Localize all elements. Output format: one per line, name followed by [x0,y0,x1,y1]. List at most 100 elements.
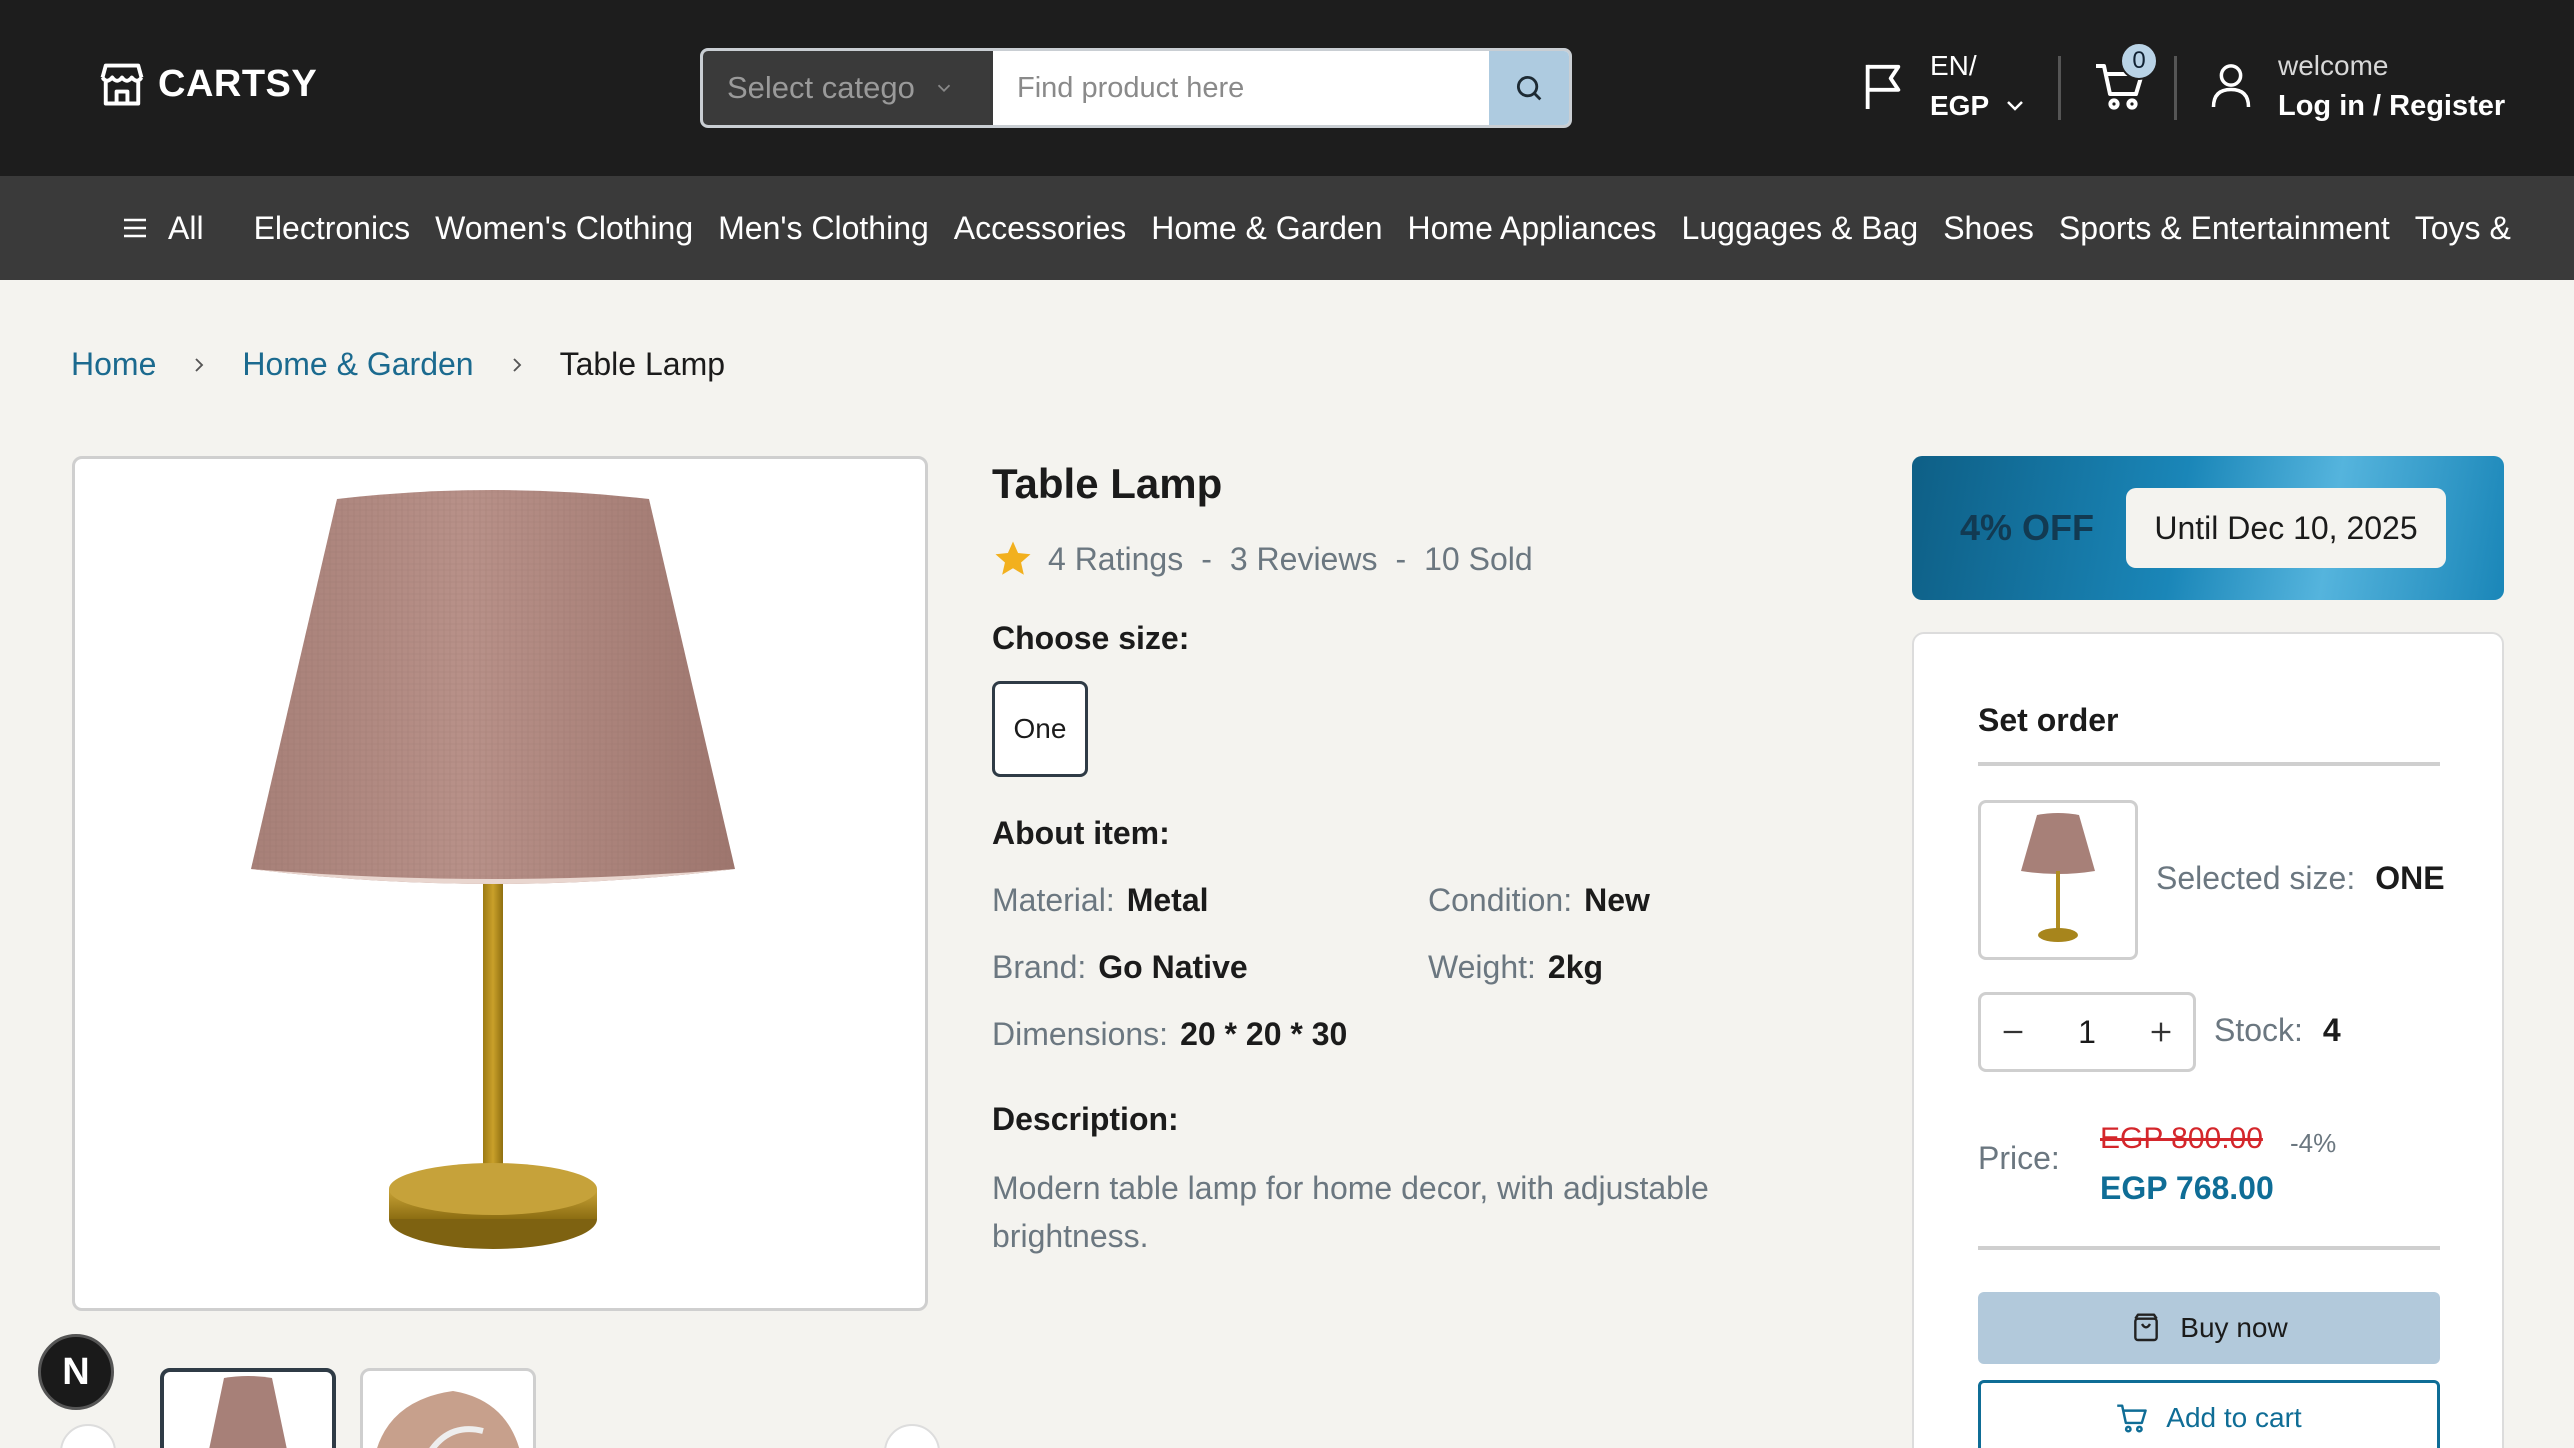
attr-dimensions-label: Dimensions: [992,1016,1169,1052]
sold-count: 10 Sold [1424,540,1533,577]
breadcrumb: Home Home & Garden Table Lamp [71,346,725,383]
welcome-text: welcome [2278,50,2389,81]
chevron-right-icon [195,357,204,372]
product-info: Table Lamp 4 Ratings - 3 Reviews - 10 So… [992,456,1772,1260]
user-icon [2211,64,2251,108]
buy-now-label: Buy now [2180,1312,2288,1343]
star-icon [995,541,1031,575]
category-select-placeholder: Select catego [727,70,915,105]
search-input[interactable] [993,51,1489,125]
order-divider [1978,1246,2440,1250]
attr-condition-label: Condition: [1428,882,1573,918]
cart-count-badge: 0 [2120,42,2158,80]
buy-now-button[interactable]: Buy now [1978,1292,2440,1364]
image-next-button[interactable] [884,1424,940,1448]
order-product-thumbnail [1978,800,2138,960]
minus-icon[interactable] [1999,1018,2027,1046]
discount-pct: -4% [2290,1128,2337,1158]
quantity-value[interactable]: 1 [2078,1014,2096,1051]
new-price: EGP 768.00 [2100,1170,2274,1206]
ratings-count: 4 Ratings [1048,540,1184,577]
stock-value: 4 [2322,1012,2341,1048]
attr-material: Material: Metal [992,882,1428,919]
product-stats: 4 Ratings - 3 Reviews - 10 Sold [992,538,1772,580]
nav-item-womens-clothing[interactable]: Women's Clothing [435,210,693,247]
order-divider [1978,762,2440,766]
header-divider [2058,56,2061,120]
order-title: Set order [1978,702,2119,738]
breadcrumb-category[interactable]: Home & Garden [242,346,473,383]
attr-weight: Weight: 2kg [1428,949,1768,986]
attr-condition-value: New [1584,882,1650,918]
selected-size: Selected size: ONE [2156,860,2445,897]
attr-material-label: Material: [992,882,1115,918]
about-item-label: About item: [992,815,1170,851]
discount-percent: 4% OFF [1960,507,2095,548]
order-panel: Set order Selected size: ONE 1 Stock: 4 Pr… [1912,632,2504,1448]
stock-label: Stock: [2214,1012,2303,1048]
thumbnail-lamp-closeup-image [377,1391,520,1448]
top-header: CARTSY Select catego EN/ EGP 0 [0,0,2574,176]
attr-dimensions-value: 20 * 20 * 30 [1180,1016,1348,1052]
search-button[interactable] [1489,51,1569,125]
nav-item-luggages-bag[interactable]: Luggages & Bag [1682,210,1919,247]
selected-size-value: ONE [2375,860,2445,896]
nav-item-mens-clothing[interactable]: Men's Clothing [718,210,929,247]
nav-item-home-garden[interactable]: Home & Garden [1151,210,1382,247]
all-categories-button[interactable]: All [122,210,204,247]
add-to-cart-label: Add to cart [2166,1402,2302,1433]
attr-brand-value: Go Native [1098,949,1248,985]
breadcrumb-current: Table Lamp [559,346,726,382]
order-lamp-image [2021,813,2095,942]
nav-item-electronics[interactable]: Electronics [254,210,411,247]
category-select[interactable]: Select catego [703,51,993,125]
chevron-down-icon [2007,101,2024,111]
breadcrumb-home[interactable]: Home [71,346,156,383]
nav-item-sports-entertainment[interactable]: Sports & Entertainment [2059,210,2390,247]
thumbnail-1[interactable] [160,1368,336,1448]
language-currency-selector[interactable]: EN/ EGP [1860,46,2027,126]
attr-weight-value: 2kg [1547,949,1604,985]
search-icon [1516,75,1542,101]
nav-item-home-appliances[interactable]: Home Appliances [1408,210,1657,247]
category-nav: All Electronics Women's Clothing Men's C… [0,176,2574,280]
search-bar: Select catego [700,48,1572,128]
language-label: EN/ [1930,50,1977,81]
plus-icon[interactable] [2147,1018,2175,1046]
logo-text: CARTSY [158,62,318,105]
stats-separator: - [1395,540,1407,577]
product-title: Table Lamp [992,460,1223,507]
cart-icon [2117,1404,2148,1433]
add-to-cart-button[interactable]: Add to cart [1978,1380,2440,1448]
attr-brand-label: Brand: [992,949,1087,985]
table-lamp-image [251,490,735,1249]
product-main-image[interactable] [72,456,928,1311]
attr-weight-label: Weight: [1428,949,1536,985]
size-option-one[interactable]: One [992,681,1088,777]
attributes-grid: Material: Metal Condition: New Brand: Go Na… [992,882,1772,1053]
attr-brand: Brand: Go Native [992,949,1428,986]
stock-info: Stock: 4 [2214,1012,2341,1049]
logo[interactable]: CARTSY [96,58,317,110]
flag-icon [1865,64,1901,109]
reviews-count[interactable]: 3 Reviews [1230,541,1378,578]
dev-tools-badge[interactable]: N [38,1334,114,1410]
description-label: Description: [992,1101,1179,1137]
shopping-bag-icon [2134,1313,2159,1342]
discount-until: Until Dec 10, 2025 [2126,488,2447,568]
old-price: EGP 800.00 [2100,1122,2263,1155]
all-categories-label: All [168,209,204,246]
thumbnail-2[interactable] [360,1368,536,1448]
image-prev-button[interactable] [60,1424,116,1448]
nav-item-shoes[interactable]: Shoes [1943,210,2034,247]
nav-item-toys[interactable]: Toys & [2415,210,2511,247]
store-icon [100,63,144,106]
attr-dimensions: Dimensions: 20 * 20 * 30 [992,1016,1428,1053]
stats-separator: - [1201,540,1212,577]
description-text: Modern table lamp for home decor, with a… [992,1170,1709,1254]
discount-banner: 4% OFF Until Dec 10, 2025 [1912,456,2504,600]
nav-item-accessories[interactable]: Accessories [954,210,1127,247]
login-register-link[interactable]: Log in / Register [2278,86,2505,126]
header-divider [2174,56,2177,120]
account-menu[interactable]: welcome Log in / Register [2210,46,2505,126]
